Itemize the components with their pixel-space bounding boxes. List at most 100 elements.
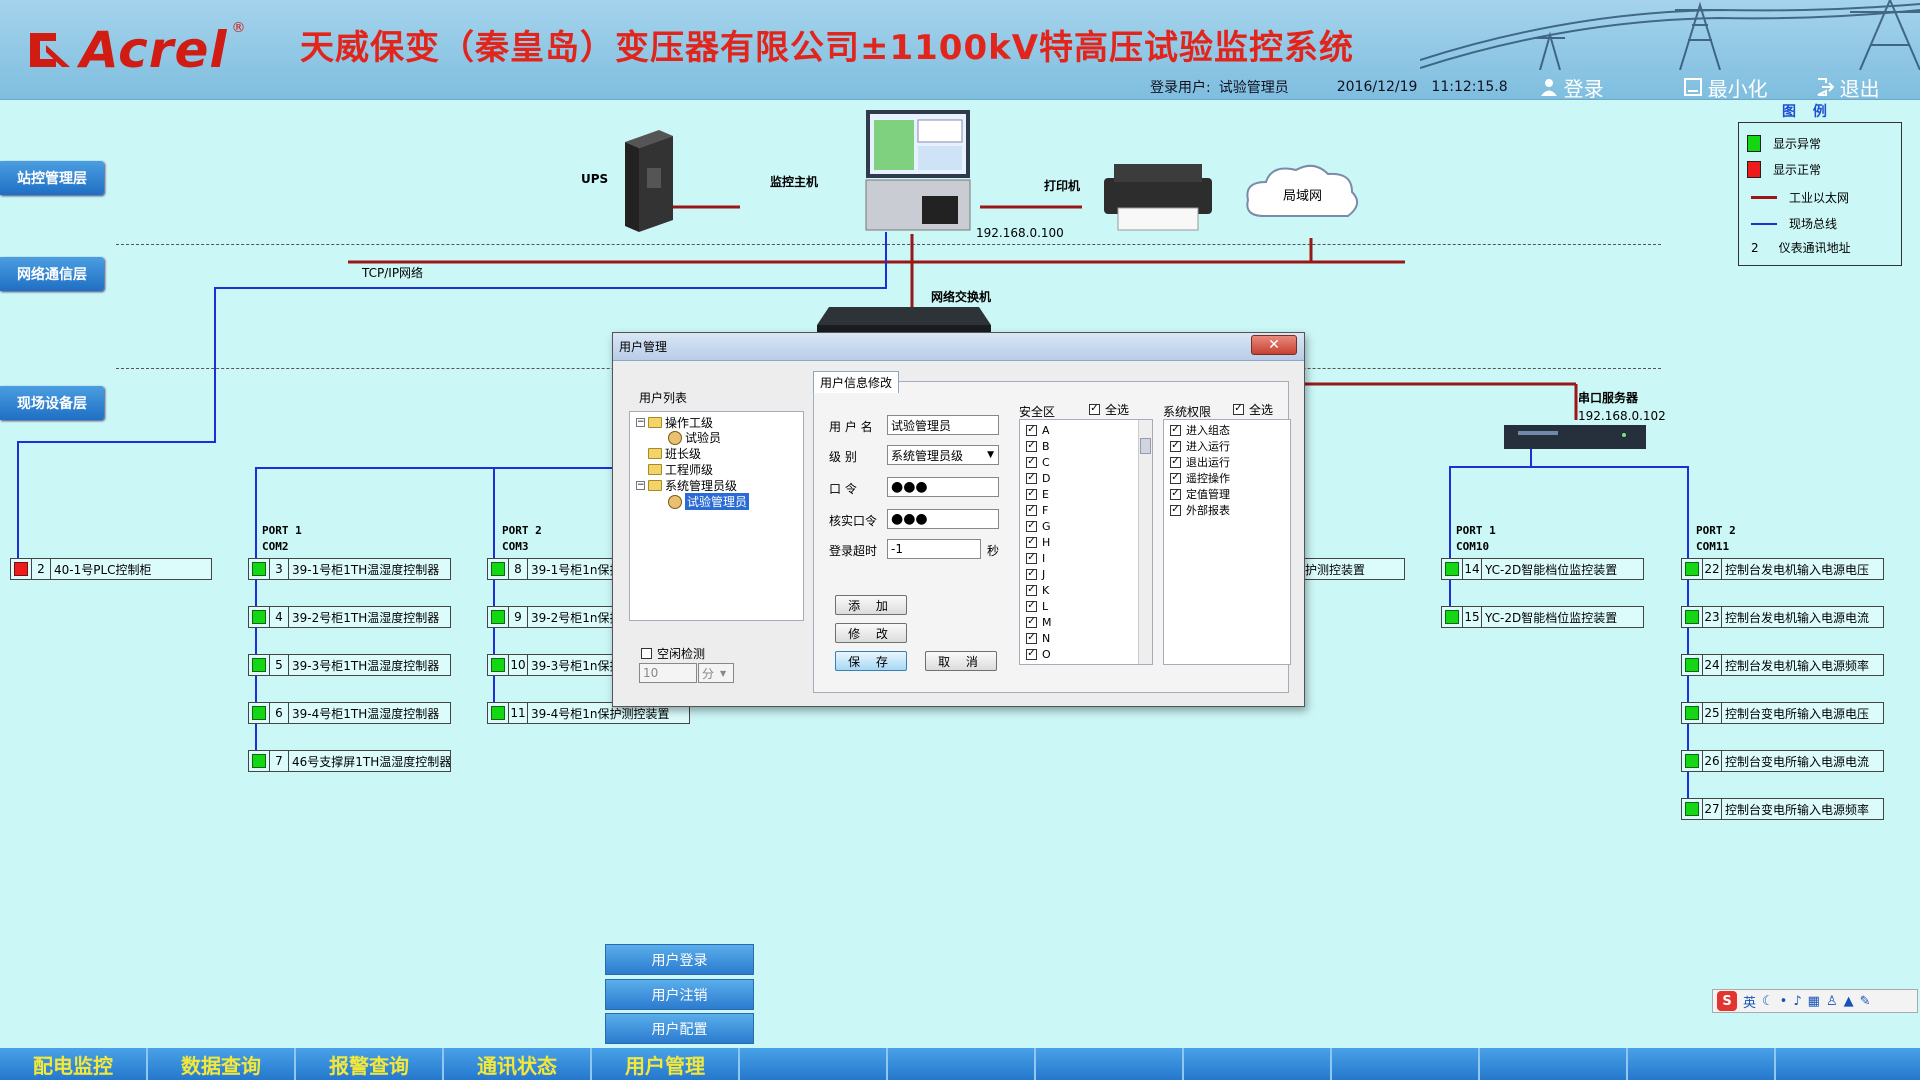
nav-tab-communication-status[interactable]: 通讯状态: [444, 1048, 592, 1080]
permission-item[interactable]: ✓ 定值管理: [1170, 486, 1230, 502]
ime-language[interactable]: 英: [1743, 992, 1756, 1011]
zone-item[interactable]: ✓ H: [1026, 534, 1052, 550]
zone-item[interactable]: ✓ J: [1026, 566, 1052, 582]
permission-item[interactable]: ✓ 外部报表: [1170, 502, 1230, 518]
permission-item[interactable]: ✓ 退出运行: [1170, 454, 1230, 470]
zone-item[interactable]: ✓ D: [1026, 470, 1052, 486]
idle-checkbox[interactable]: [641, 647, 652, 659]
zone-item[interactable]: ✓ O: [1026, 646, 1052, 662]
scrollbar-thumb[interactable]: [1140, 438, 1151, 454]
punctuation-icon[interactable]: •: [1780, 994, 1788, 1009]
zone-checkbox[interactable]: ✓: [1026, 440, 1037, 452]
zone-checkbox[interactable]: ✓: [1026, 472, 1037, 484]
add-user-button[interactable]: 添 加: [835, 595, 907, 615]
permission-select-all-checkbox[interactable]: ✓: [1233, 403, 1244, 415]
zone-checkbox[interactable]: ✓: [1026, 632, 1037, 644]
permission-checkbox[interactable]: ✓: [1170, 440, 1181, 452]
user-logout-button[interactable]: 用户注销: [605, 979, 754, 1010]
zone-item[interactable]: ✓ G: [1026, 518, 1052, 534]
device-15[interactable]: 15 YC-2D智能档位监控装置: [1441, 606, 1644, 628]
device-7[interactable]: 7 46号支撑屏1TH温湿度控制器: [248, 750, 451, 772]
zone-item[interactable]: ✓ F: [1026, 502, 1052, 518]
cancel-button[interactable]: 取 消: [925, 651, 997, 671]
user-icon[interactable]: ♙: [1826, 994, 1838, 1009]
zone-checkbox[interactable]: ✓: [1026, 616, 1037, 628]
zone-checkbox[interactable]: ✓: [1026, 568, 1037, 580]
device-5[interactable]: 5 39-3号柜1TH温湿度控制器: [248, 654, 451, 676]
tree-node-sysadmin[interactable]: − 系统管理员级: [636, 477, 737, 494]
permission-checkbox[interactable]: ✓: [1170, 472, 1181, 484]
tab-user-info[interactable]: 用户信息修改: [813, 371, 899, 393]
nav-tab-data-query[interactable]: 数据查询: [148, 1048, 296, 1080]
zone-scrollbar[interactable]: [1138, 420, 1152, 664]
device-3[interactable]: 3 39-1号柜1TH温湿度控制器: [248, 558, 451, 580]
level-select[interactable]: 系统管理员级 ▼: [887, 445, 999, 465]
nav-tab-user-management[interactable]: 用户管理: [592, 1048, 740, 1080]
permission-item[interactable]: ✓ 遥控操作: [1170, 470, 1230, 486]
tree-node-test-admin[interactable]: 试验管理员: [668, 493, 750, 510]
keyboard-icon[interactable]: ▦: [1808, 994, 1820, 1009]
permission-checkbox[interactable]: ✓: [1170, 504, 1181, 516]
zone-checkbox[interactable]: ✓: [1026, 504, 1037, 516]
zone-item[interactable]: ✓ A: [1026, 422, 1052, 438]
permission-select-all[interactable]: ✓ 全选: [1233, 401, 1273, 417]
user-config-button[interactable]: 用户配置: [605, 1013, 754, 1044]
zone-checkbox[interactable]: ✓: [1026, 584, 1037, 596]
zone-item[interactable]: ✓ C: [1026, 454, 1052, 470]
zone-item[interactable]: ✓ M: [1026, 614, 1052, 630]
device-23[interactable]: 23 控制台发电机输入电源电流: [1681, 606, 1884, 628]
zone-item[interactable]: ✓ E: [1026, 486, 1052, 502]
permission-checkbox[interactable]: ✓: [1170, 456, 1181, 468]
idle-minutes-input[interactable]: 10: [639, 663, 697, 683]
modify-user-button[interactable]: 修 改: [835, 623, 907, 643]
device-6[interactable]: 6 39-4号柜1TH温湿度控制器: [248, 702, 451, 724]
moon-icon[interactable]: ☾: [1762, 994, 1774, 1009]
zone-item[interactable]: ✓ B: [1026, 438, 1052, 454]
password-input[interactable]: ●●●: [887, 477, 999, 497]
idle-unit-select[interactable]: 分 ▼: [698, 663, 734, 683]
ime-toolbar[interactable]: S 英 ☾ • ♪ ▦ ♙ ▲ ✎: [1712, 989, 1918, 1013]
tree-node-tester[interactable]: 试验员: [668, 429, 721, 446]
idle-check[interactable]: 空闲检测: [641, 645, 705, 661]
device-25[interactable]: 25 控制台变电所输入电源电压: [1681, 702, 1884, 724]
device-4[interactable]: 4 39-2号柜1TH温湿度控制器: [248, 606, 451, 628]
zone-checkbox[interactable]: ✓: [1026, 648, 1037, 660]
permission-checkbox[interactable]: ✓: [1170, 424, 1181, 436]
zone-item[interactable]: ✓ K: [1026, 582, 1052, 598]
nav-tab-alarm-query[interactable]: 报警查询: [296, 1048, 444, 1080]
zone-checkbox[interactable]: ✓: [1026, 600, 1037, 612]
zone-checkbox[interactable]: ✓: [1026, 552, 1037, 564]
zone-item[interactable]: ✓ L: [1026, 598, 1052, 614]
zone-item[interactable]: ✓ I: [1026, 550, 1052, 566]
security-select-all-checkbox[interactable]: ✓: [1089, 403, 1100, 415]
username-input[interactable]: 试验管理员: [887, 415, 999, 435]
zone-item[interactable]: ✓ N: [1026, 630, 1052, 646]
zone-checkbox[interactable]: ✓: [1026, 520, 1037, 532]
confirm-password-input[interactable]: ●●●: [887, 509, 999, 529]
security-select-all[interactable]: ✓ 全选: [1089, 401, 1129, 417]
nav-tab-distribution-monitoring[interactable]: 配电监控: [0, 1048, 148, 1080]
tree-node-engineer[interactable]: 工程师级: [648, 461, 713, 478]
zone-checkbox[interactable]: ✓: [1026, 488, 1037, 500]
tools-icon[interactable]: ✎: [1860, 994, 1871, 1009]
timeout-input[interactable]: -1: [887, 539, 981, 559]
dialog-titlebar[interactable]: 用户管理: [613, 333, 1304, 361]
device-14[interactable]: 14 YC-2D智能档位监控装置: [1441, 558, 1644, 580]
permission-item[interactable]: ✓ 进入组态: [1170, 422, 1230, 438]
microphone-icon[interactable]: ♪: [1793, 994, 1801, 1009]
zone-checkbox[interactable]: ✓: [1026, 536, 1037, 548]
zone-checkbox[interactable]: ✓: [1026, 424, 1037, 436]
skin-icon[interactable]: ▲: [1844, 994, 1854, 1009]
tree-node-foreman[interactable]: 班长级: [648, 445, 701, 462]
dialog-close-button[interactable]: ✕: [1251, 335, 1297, 355]
device-plc[interactable]: 2 40-1号PLC控制柜: [10, 558, 212, 580]
device-22[interactable]: 22 控制台发电机输入电源电压: [1681, 558, 1884, 580]
permission-checkbox[interactable]: ✓: [1170, 488, 1181, 500]
user-login-button[interactable]: 用户登录: [605, 944, 754, 975]
zone-checkbox[interactable]: ✓: [1026, 456, 1037, 468]
device-26[interactable]: 26 控制台变电所输入电源电流: [1681, 750, 1884, 772]
device-27[interactable]: 27 控制台变电所输入电源频率: [1681, 798, 1884, 820]
device-hidden-right[interactable]: 保护测控装置: [1290, 558, 1405, 580]
save-button[interactable]: 保 存: [835, 651, 907, 671]
permission-item[interactable]: ✓ 进入运行: [1170, 438, 1230, 454]
